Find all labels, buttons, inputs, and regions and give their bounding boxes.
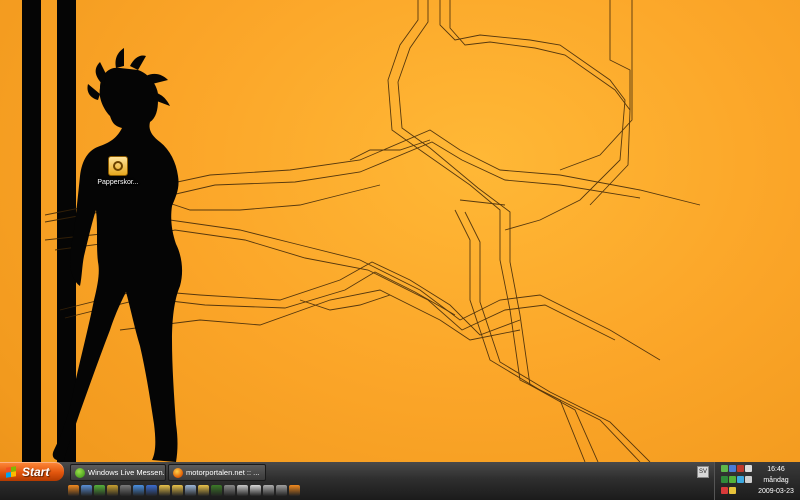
firefox-icon[interactable] <box>68 485 79 496</box>
skull-icon[interactable] <box>211 485 222 496</box>
windows-logo-icon <box>6 465 16 478</box>
firefox-icon <box>173 467 183 478</box>
clock-day: måndag <box>763 477 789 484</box>
taskbar: Start Windows Live Messen... motorportal… <box>0 462 800 500</box>
clock[interactable]: 16:46 måndag 2009-03-23 <box>753 464 799 497</box>
firefox-icon[interactable] <box>289 485 300 496</box>
start-button-label: Start <box>22 464 50 479</box>
app-icon[interactable] <box>263 485 274 496</box>
monitor-icon[interactable] <box>729 465 736 472</box>
quick-launch-bar <box>68 485 300 497</box>
antivirus-icon[interactable] <box>737 465 744 472</box>
taskbar-button-firefox[interactable]: motorportalen.net :: ... <box>168 464 266 481</box>
desktop[interactable]: Papperskor... <box>0 0 800 462</box>
taskbar-button-messenger[interactable]: Windows Live Messen... <box>70 464 166 481</box>
folder-icon[interactable] <box>159 485 170 496</box>
recycle-bin-icon <box>108 156 128 176</box>
language-indicator[interactable]: SV <box>697 466 709 478</box>
folder-icon[interactable] <box>198 485 209 496</box>
system-tray: 16:46 måndag 2009-03-23 <box>714 462 800 500</box>
explorer-icon[interactable] <box>81 485 92 496</box>
clock-date: 2009-03-23 <box>758 488 794 495</box>
taskbar-button-label: Windows Live Messen... <box>88 468 166 477</box>
desktop-icon-label: Papperskor... <box>97 179 139 186</box>
app-icon[interactable] <box>276 485 287 496</box>
game-icon[interactable] <box>224 485 235 496</box>
shield-icon[interactable] <box>107 485 118 496</box>
desktop-icon-recycle-bin[interactable]: Papperskor... <box>88 156 148 187</box>
alert-icon[interactable] <box>721 487 728 494</box>
sync-icon[interactable] <box>737 476 744 483</box>
drive-icon[interactable] <box>185 485 196 496</box>
arrow-icon[interactable] <box>729 487 736 494</box>
messenger-icon <box>75 467 85 478</box>
globe-icon[interactable] <box>133 485 144 496</box>
messenger-icon[interactable] <box>729 476 736 483</box>
volume-icon[interactable] <box>745 465 752 472</box>
wallpaper-silhouette <box>22 0 701 462</box>
folder-icon[interactable] <box>172 485 183 496</box>
taskbar-button-label: motorportalen.net :: ... <box>186 468 260 477</box>
shield-icon[interactable] <box>721 476 728 483</box>
monitor-icon[interactable] <box>237 485 248 496</box>
start-button[interactable]: Start <box>0 462 64 481</box>
terminal-icon[interactable] <box>146 485 157 496</box>
network-icon[interactable] <box>721 465 728 472</box>
app-icon[interactable] <box>250 485 261 496</box>
wireless-icon[interactable] <box>745 476 752 483</box>
messenger-icon[interactable] <box>94 485 105 496</box>
tray-icons <box>721 465 753 495</box>
media-icon[interactable] <box>120 485 131 496</box>
clock-time: 16:46 <box>767 466 785 473</box>
